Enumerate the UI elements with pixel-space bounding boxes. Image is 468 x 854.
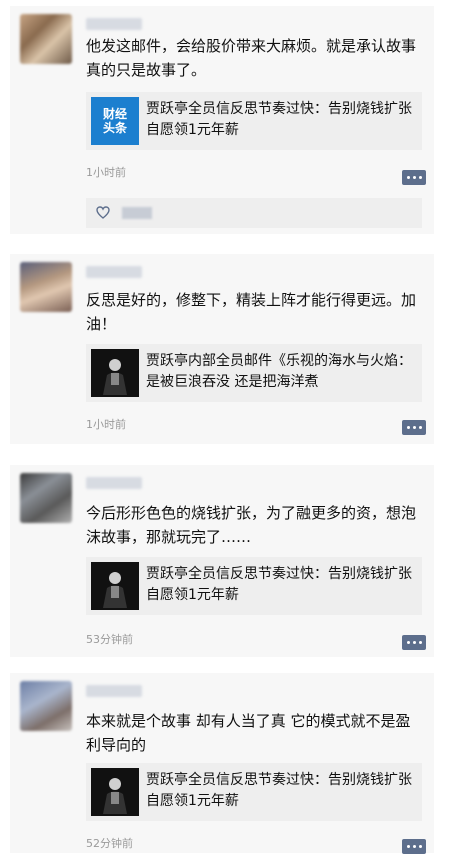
username-blurred[interactable] xyxy=(86,266,142,278)
person-speaking-photo xyxy=(91,349,139,397)
username-blurred[interactable] xyxy=(86,685,142,697)
heart-icon xyxy=(96,206,110,219)
avatar[interactable] xyxy=(20,681,72,731)
avatar[interactable] xyxy=(20,473,72,523)
comment-card: 反思是好的，修整下，精装上阵才能行得更远。加油！ 贾跃亭内部全员邮件《乐视的海水… xyxy=(10,254,434,444)
logo-text-line1: 财经 xyxy=(102,107,127,121)
more-icon[interactable] xyxy=(402,420,426,435)
comment-card: 本来就是个故事 却有人当了真 它的模式就不是盈利导向的 贾跃亭全员信反思节奏过快… xyxy=(10,673,434,854)
like-bar xyxy=(86,198,422,228)
shared-link[interactable]: 贾跃亭全员信反思节奏过快：告别烧钱扩张 自愿领1元年薪 xyxy=(86,557,422,615)
comment-text: 反思是好的，修整下，精装上阵才能行得更远。加油！ xyxy=(86,291,417,333)
shared-link-title: 贾跃亭内部全员邮件《乐视的海水与火焰：是被巨浪吞没 还是把海洋煮 xyxy=(146,353,412,390)
more-icon[interactable] xyxy=(402,635,426,650)
comment-card: 今后形形色色的烧钱扩张，为了融更多的资，想泡沫故事，那就玩完了…… 贾跃亭全员信… xyxy=(10,465,434,657)
timestamp: 53分钟前 xyxy=(86,633,133,646)
comment-text: 他发这邮件，会给股价带来大麻烦。就是承认故事真的只是故事了。 xyxy=(86,37,417,79)
avatar[interactable] xyxy=(20,14,72,64)
comment-card: 他发这邮件，会给股价带来大麻烦。就是承认故事真的只是故事了。 财经 头条 贾跃亭… xyxy=(10,6,434,234)
avatar[interactable] xyxy=(20,262,72,312)
timestamp: 52分钟前 xyxy=(86,837,133,850)
shared-link[interactable]: 贾跃亭内部全员邮件《乐视的海水与火焰：是被巨浪吞没 还是把海洋煮 xyxy=(86,344,422,402)
more-icon[interactable] xyxy=(402,839,426,854)
liker-name-blurred[interactable] xyxy=(122,207,152,219)
more-icon[interactable] xyxy=(402,170,426,185)
shared-link-title: 贾跃亭全员信反思节奏过快：告别烧钱扩张 自愿领1元年薪 xyxy=(146,566,412,603)
person-speaking-photo xyxy=(91,768,139,816)
shared-link[interactable]: 贾跃亭全员信反思节奏过快：告别烧钱扩张 自愿领1元年薪 xyxy=(86,763,422,821)
logo-text-line2: 头条 xyxy=(102,121,127,135)
shared-link-title: 贾跃亭全员信反思节奏过快：告别烧钱扩张 自愿领1元年薪 xyxy=(146,772,412,809)
username-blurred[interactable] xyxy=(86,477,142,489)
shared-link-title: 贾跃亭全员信反思节奏过快：告别烧钱扩张 自愿领1元年薪 xyxy=(146,101,412,138)
person-speaking-photo xyxy=(91,562,139,610)
timestamp: 1小时前 xyxy=(86,418,126,431)
comment-text: 今后形形色色的烧钱扩张，为了融更多的资，想泡沫故事，那就玩完了…… xyxy=(86,504,417,546)
comment-text: 本来就是个故事 却有人当了真 它的模式就不是盈利导向的 xyxy=(86,712,411,754)
shared-link[interactable]: 财经 头条 贾跃亭全员信反思节奏过快：告别烧钱扩张 自愿领1元年薪 xyxy=(86,92,422,150)
timestamp: 1小时前 xyxy=(86,166,126,179)
caijing-toutiao-logo: 财经 头条 xyxy=(91,97,139,145)
username-blurred[interactable] xyxy=(86,18,142,30)
